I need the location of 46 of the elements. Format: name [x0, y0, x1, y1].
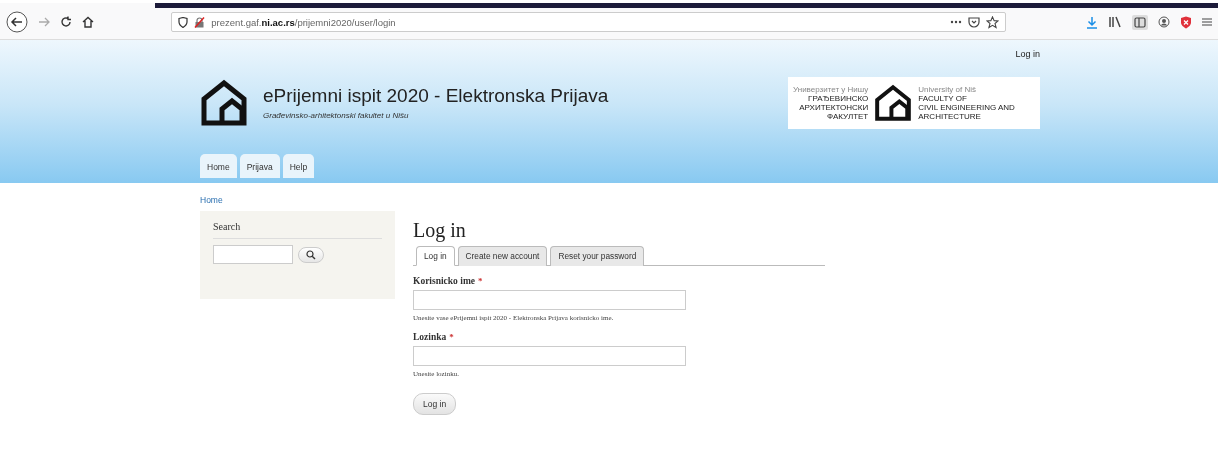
login-button[interactable]: Log in [413, 393, 457, 415]
nav-tab[interactable]: Prijava [239, 154, 280, 178]
input-field[interactable] [413, 346, 686, 366]
shield-icon[interactable] [178, 16, 189, 28]
logo-text: University of Niš [918, 84, 978, 94]
form-tab[interactable]: Reset your password [550, 246, 645, 266]
site-name[interactable]: ePrijemni ispit 2020 - Elektronska Prijava [263, 85, 609, 107]
block-title: Search [213, 221, 382, 239]
logo-text: АРХИТЕКТОНСКИ [799, 102, 869, 112]
search-icon [306, 249, 316, 260]
back-icon[interactable] [6, 11, 28, 33]
logo-text: ФАКУЛТЕТ [827, 111, 869, 121]
reload-icon[interactable] [60, 16, 72, 28]
star-icon[interactable] [986, 15, 999, 29]
library-icon[interactable] [1108, 16, 1122, 28]
search-field[interactable] [213, 245, 293, 264]
insecure-lock-icon[interactable] [194, 16, 206, 28]
page-title: Log in [413, 219, 467, 242]
form-tab[interactable]: Create new account [457, 246, 548, 266]
logo-text: ГРАЂЕВИНСКО [808, 93, 869, 103]
house-logo-icon [874, 83, 913, 122]
logo-text: ARCHITECTURE [918, 111, 982, 121]
sidebar-icon[interactable] [1134, 16, 1146, 28]
breadcrumb-link[interactable]: Home [200, 195, 223, 211]
shield-extension-icon[interactable] [1180, 15, 1192, 29]
house-logo-icon[interactable] [200, 78, 248, 127]
logo-text: CIVIL ENGINEERING AND [918, 102, 1015, 112]
more-icon[interactable] [950, 20, 962, 24]
site-slogan: Građevinsko-arhitektonski fakultet u Nišu [263, 111, 410, 120]
pocket-icon[interactable] [968, 16, 980, 28]
logo-text: Универзитет у Нишу [793, 84, 869, 94]
login-link[interactable]: Log in [1015, 49, 1040, 59]
url-text[interactable]: prezent.gaf.ni.ac.rs/prijemni2020/user/login [211, 16, 396, 28]
field-label: Lozinka * [413, 332, 455, 342]
nav-tab[interactable]: Home [200, 154, 237, 178]
input-field[interactable] [413, 290, 686, 310]
download-icon[interactable] [1086, 15, 1098, 29]
form-tab[interactable]: Log in [416, 246, 455, 266]
field-label: Korisnicko ime * [413, 276, 484, 286]
logo-text: FACULTY OF [918, 93, 968, 103]
nav-tab[interactable]: Help [282, 154, 315, 178]
home-icon[interactable] [82, 16, 94, 28]
search-button[interactable] [298, 246, 324, 263]
account-icon[interactable] [1158, 16, 1170, 28]
menu-icon[interactable] [1202, 17, 1212, 27]
address-bar[interactable]: prezent.gaf.ni.ac.rs/prijemni2020/user/login [171, 12, 1006, 32]
